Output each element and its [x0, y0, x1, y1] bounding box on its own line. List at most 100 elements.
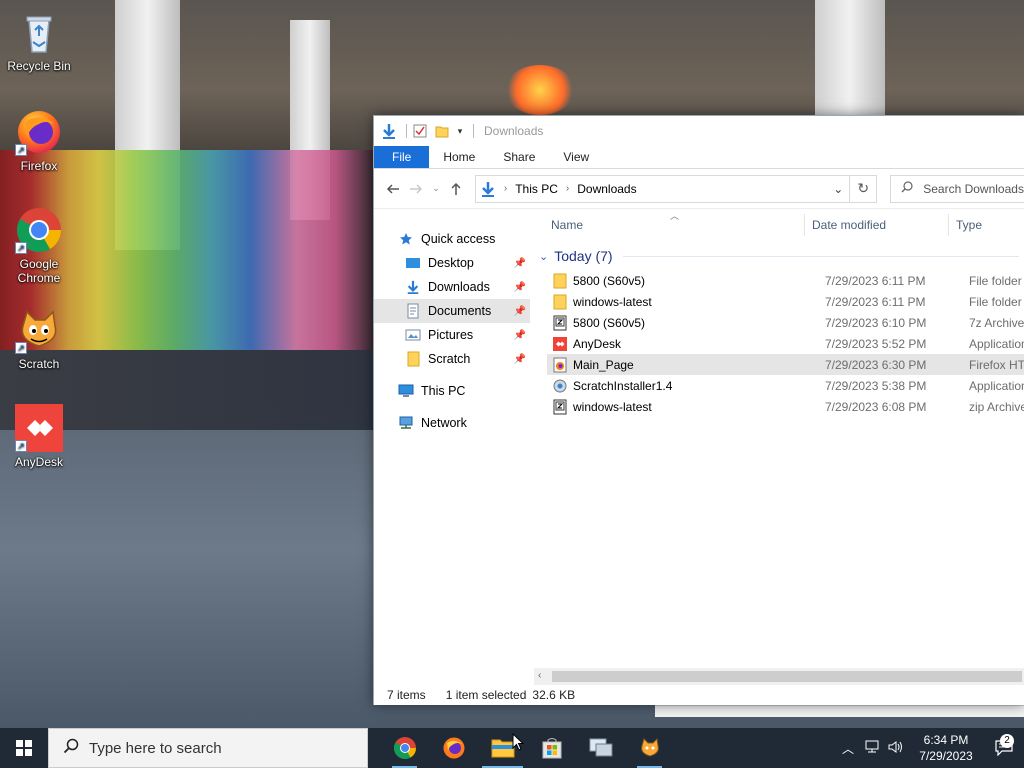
customize-toolbar-chevron-icon[interactable]: ▾	[455, 122, 465, 140]
store-icon	[542, 738, 561, 759]
tab-view[interactable]: View	[549, 146, 603, 168]
file-row[interactable]: 5800 (S60v5) 7/29/2023 6:11 PM File fold…	[547, 270, 1024, 291]
chevron-right-icon: ›	[503, 183, 508, 194]
file-list-pane: ︿ Name Date modified Type ⌄ Today (7) 58…	[534, 210, 1024, 684]
address-bar[interactable]: › This PC › Downloads ⌄	[474, 174, 851, 203]
file-row[interactable]: windows-latest 7/29/2023 6:11 PM File fo…	[547, 291, 1024, 312]
status-selected: 1 item selected	[445, 688, 527, 702]
recycle-bin-icon	[15, 8, 63, 56]
file-type: zip Archive	[969, 399, 1024, 414]
title-bar[interactable]: ▾ Downloads	[374, 116, 1024, 146]
status-item-count: 7 items	[387, 688, 426, 702]
file-date: 7/29/2023 5:38 PM	[825, 378, 927, 393]
desktop-icon-chrome[interactable]: ↗ Google Chrome	[1, 206, 77, 285]
sidebar-item-network[interactable]: Network	[374, 411, 530, 435]
address-dropdown-icon[interactable]: ⌄	[827, 182, 849, 196]
file-name: windows-latest	[573, 399, 652, 414]
column-header-type[interactable]: Type	[956, 218, 982, 232]
taskbar-app-scratch[interactable]	[625, 728, 674, 768]
column-divider[interactable]	[948, 214, 949, 236]
sidebar-item-documents[interactable]: Documents 📌	[374, 299, 530, 323]
navigation-pane: Quick access Desktop 📌 Downloads 📌 Docum…	[374, 210, 534, 684]
scroll-left-icon[interactable]: ‹	[538, 670, 541, 681]
new-folder-icon[interactable]	[433, 122, 451, 140]
desktop-icon-scratch[interactable]: ↗ Scratch	[1, 306, 77, 371]
taskbar-search-input[interactable]: Type here to search	[48, 728, 368, 768]
pictures-icon	[405, 327, 421, 343]
downloads-arrow-icon	[405, 279, 421, 295]
tab-home[interactable]: Home	[429, 146, 489, 168]
scrollbar-thumb[interactable]	[552, 671, 1022, 682]
search-input[interactable]: Search Downloads	[890, 174, 1024, 203]
file-type: Application	[969, 336, 1024, 351]
sidebar-item-desktop[interactable]: Desktop 📌	[374, 251, 530, 275]
folder-icon	[552, 294, 568, 310]
shortcut-arrow-icon: ↗	[15, 242, 27, 254]
taskbar-search-placeholder: Type here to search	[89, 739, 222, 757]
sidebar-item-pictures[interactable]: Pictures 📌	[374, 323, 530, 347]
search-icon	[901, 181, 913, 196]
pin-icon[interactable]: 📌	[514, 330, 526, 341]
sidebar-item-quick-access[interactable]: Quick access	[374, 227, 530, 251]
file-type: File folder	[969, 294, 1022, 309]
action-center-button[interactable]: 2	[984, 734, 1024, 756]
back-button[interactable]	[382, 178, 403, 200]
chevron-down-icon: ⌄	[539, 250, 549, 263]
desktop-icon-label: Scratch	[18, 357, 60, 371]
pin-icon[interactable]: 📌	[514, 258, 526, 269]
start-button[interactable]	[0, 728, 48, 768]
tab-file[interactable]: File	[374, 146, 430, 168]
breadcrumb-downloads[interactable]: Downloads	[577, 182, 636, 196]
up-button[interactable]	[446, 178, 467, 200]
volume-icon[interactable]	[884, 740, 908, 757]
properties-icon[interactable]	[411, 122, 429, 140]
desktop-icon-recycle-bin[interactable]: Recycle Bin	[1, 8, 77, 73]
desktop-icon-anydesk[interactable]: ↗ AnyDesk	[1, 404, 77, 469]
installer-icon	[552, 378, 568, 394]
refresh-button[interactable]: ↻	[850, 174, 878, 203]
wallpaper-sign	[505, 65, 575, 115]
taskbar-app-chrome[interactable]	[380, 728, 429, 768]
file-row[interactable]: windows-latest 7/29/2023 6:08 PM zip Arc…	[547, 396, 1024, 417]
address-row: ⌄ › This PC › Downloads ⌄ ↻ Search Downl…	[374, 169, 1024, 209]
column-header-date[interactable]: Date modified	[812, 218, 886, 232]
taskbar-app-firefox[interactable]	[429, 728, 478, 768]
shortcut-arrow-icon: ↗	[15, 440, 27, 452]
horizontal-scrollbar[interactable]: ‹	[534, 668, 1024, 685]
file-name: 5800 (S60v5)	[573, 273, 646, 288]
recent-locations-button[interactable]: ⌄	[428, 178, 443, 200]
status-size: 32.6 KB	[532, 688, 576, 702]
column-header-name[interactable]: Name	[551, 218, 583, 232]
star-icon	[398, 231, 414, 247]
file-row[interactable]: 5800 (S60v5) 7/29/2023 6:10 PM 7z Archiv…	[547, 312, 1024, 333]
column-divider[interactable]	[804, 214, 805, 236]
tab-share[interactable]: Share	[489, 146, 549, 168]
desktop-icon-firefox[interactable]: ↗ Firefox	[1, 108, 77, 173]
file-row[interactable]: AnyDesk 7/29/2023 5:52 PM Application	[547, 333, 1024, 354]
desktop-icon-label: Firefox	[20, 159, 58, 173]
taskbar-app-store[interactable]	[527, 728, 576, 768]
breadcrumb-this-pc[interactable]: This PC	[515, 182, 558, 196]
network-status-icon[interactable]	[860, 740, 884, 757]
taskbar-clock[interactable]: 6:34 PM 7/29/2023	[908, 732, 984, 764]
group-header-today[interactable]: ⌄ Today (7)	[539, 246, 1019, 266]
archive-icon	[552, 315, 568, 331]
pin-icon[interactable]: 📌	[514, 354, 526, 365]
pin-icon[interactable]: 📌	[514, 306, 526, 317]
windows-logo-icon	[16, 740, 32, 756]
sidebar-item-scratch[interactable]: Scratch 📌	[374, 347, 530, 371]
chevron-up-icon[interactable]: ︿	[836, 740, 860, 757]
chrome-icon: ↗	[15, 206, 63, 254]
sidebar-item-downloads[interactable]: Downloads 📌	[374, 275, 530, 299]
toolbar-separator	[406, 124, 407, 138]
forward-button[interactable]	[405, 178, 426, 200]
file-type: 7z Archive	[969, 315, 1024, 330]
desktop-icon-label: AnyDesk	[14, 455, 64, 469]
ribbon-tabs: File Home Share View	[374, 146, 1024, 169]
scratch-cat-icon: ↗	[15, 306, 63, 354]
taskbar-app-remote-desktop[interactable]	[576, 728, 625, 768]
file-row[interactable]: ScratchInstaller1.4 7/29/2023 5:38 PM Ap…	[547, 375, 1024, 396]
sidebar-item-this-pc[interactable]: This PC	[374, 379, 530, 403]
pin-icon[interactable]: 📌	[514, 282, 526, 293]
file-row[interactable]: Main_Page 7/29/2023 6:30 PM Firefox HTML	[547, 354, 1024, 375]
